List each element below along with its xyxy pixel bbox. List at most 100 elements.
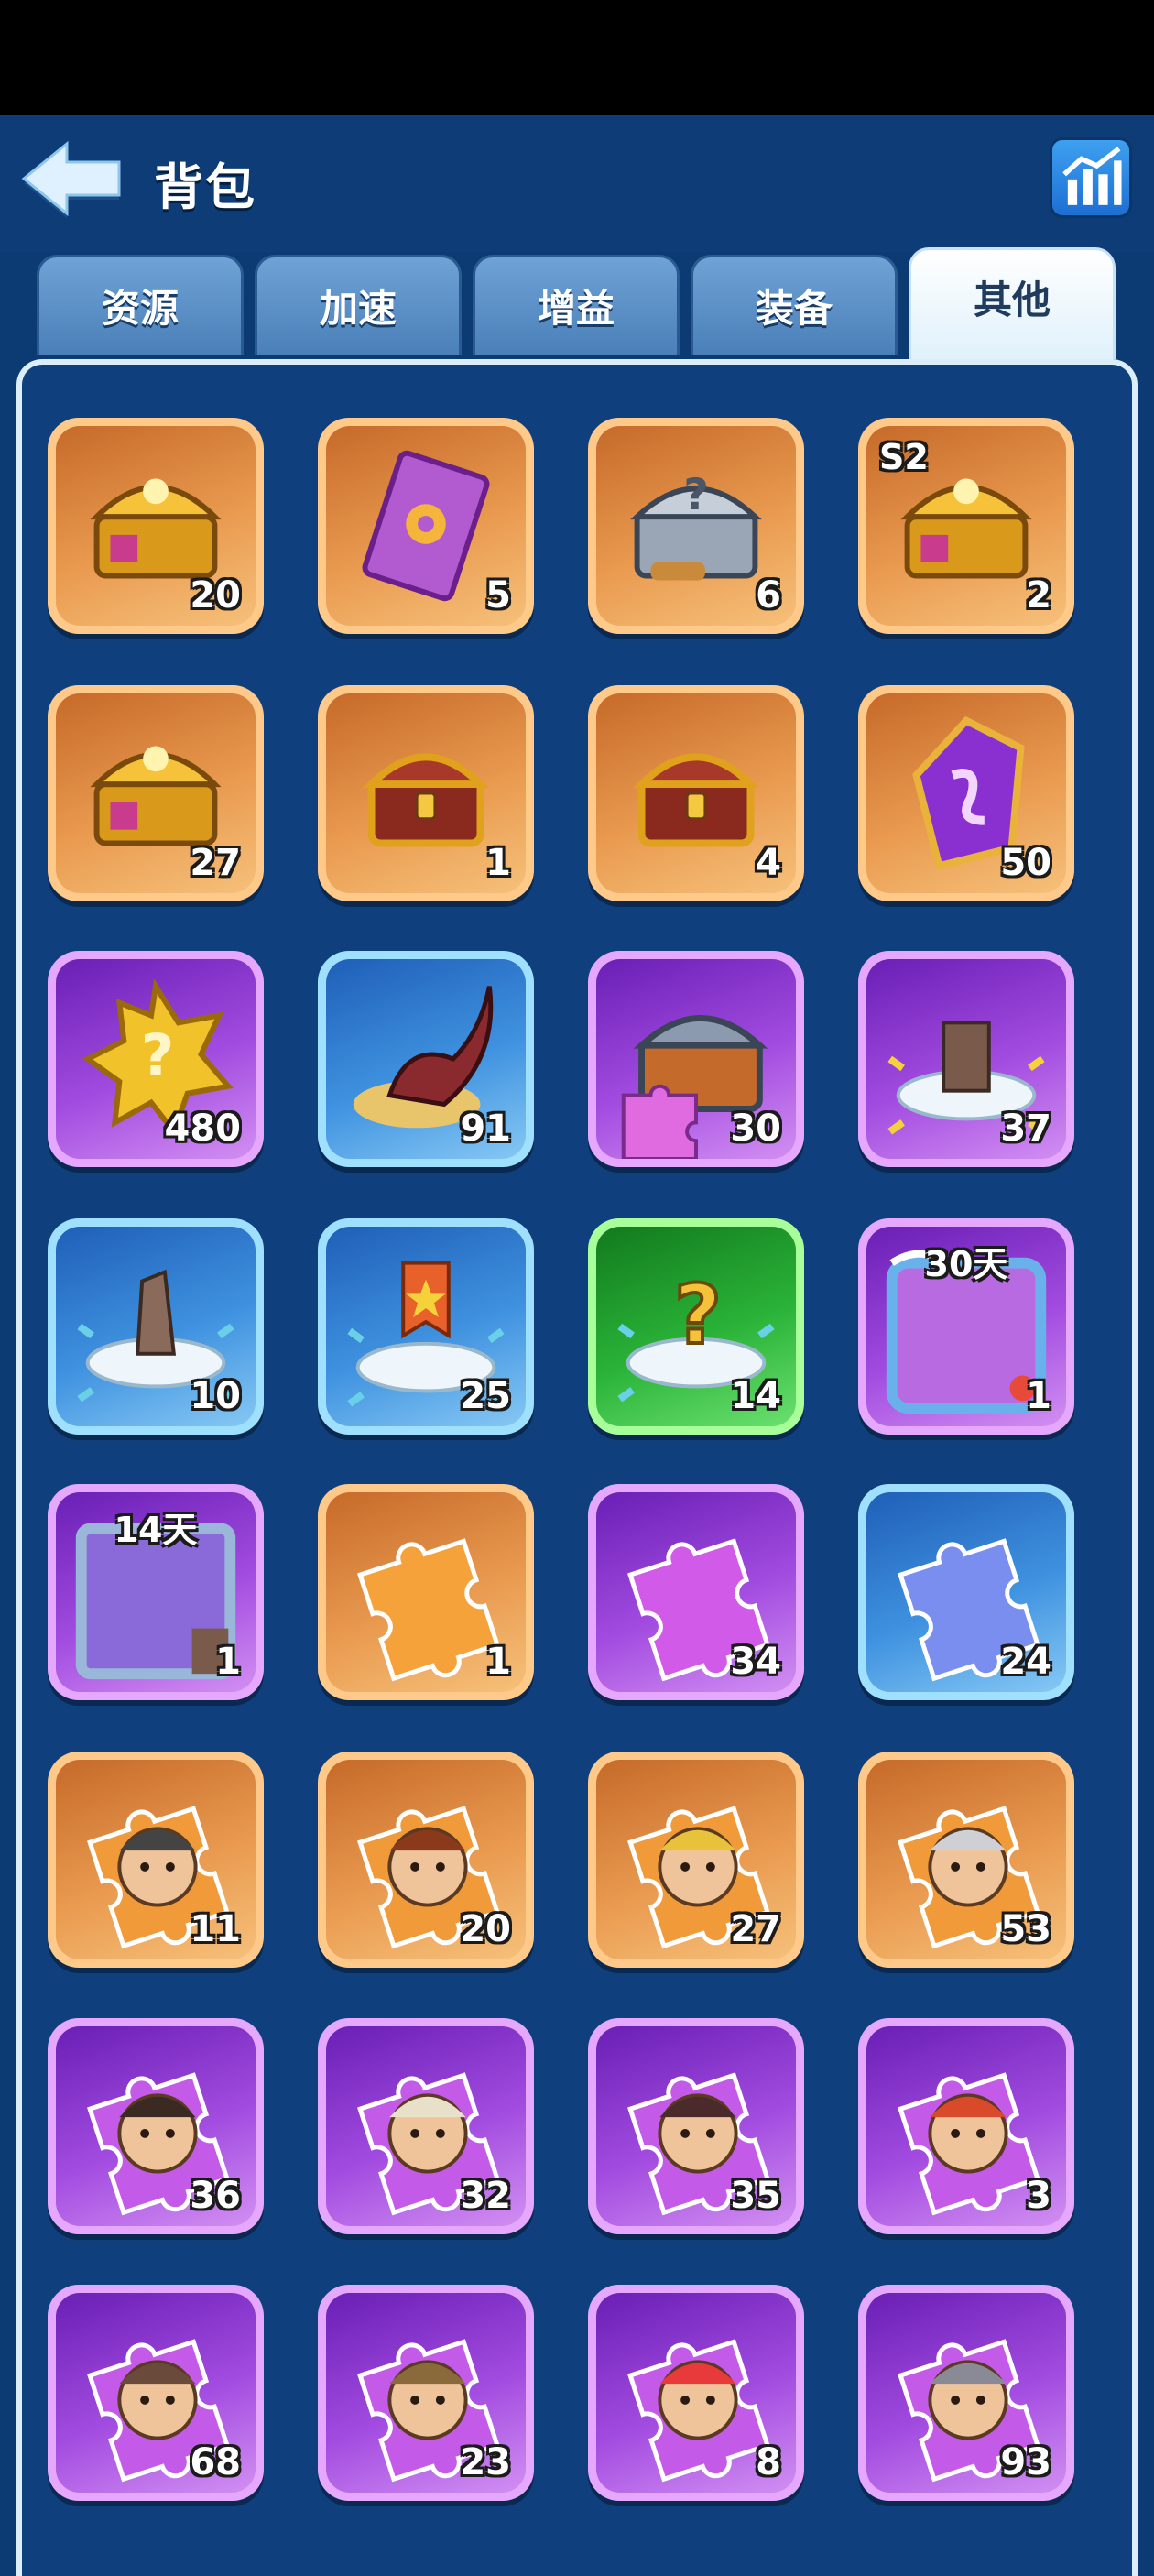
item-background: 27 [596,1760,796,1959]
inventory-item[interactable]: 25 [318,1218,534,1435]
inventory-item[interactable]: 10 [48,1218,264,1435]
inventory-item[interactable]: 30 [588,951,804,1167]
item-count: 20 [190,574,241,617]
inventory-item[interactable]: 37 [858,951,1074,1167]
item-count: 30 [730,1108,781,1150]
item-count: 20 [460,1908,511,1950]
inventory-item[interactable]: 20 [48,418,264,634]
inventory-item[interactable]: 4 [588,685,804,901]
item-background: 93 [866,2293,1066,2493]
item-background: 53 [866,1760,1066,1959]
item-background: 36 [56,2026,256,2226]
inventory-item[interactable]: 3 [858,2018,1074,2234]
svg-text:?: ? [674,1268,722,1363]
inventory-panel: 20 5? 6 S2 2 27 1 4 50? 480 91 30 37 10 25? 14 30天 1 14天 1 1… [16,359,1138,2576]
item-background: 1 [326,693,526,893]
inventory-item[interactable]: 36 [48,2018,264,2234]
inventory-item[interactable]: 50 [858,685,1074,901]
season-badge: S2 [879,437,929,477]
item-count: 23 [460,2441,511,2483]
item-count: 91 [460,1108,511,1150]
item-background: 8 [596,2293,796,2493]
tab-other[interactable]: 其他 [909,247,1116,359]
inventory-item[interactable]: ? 480 [48,951,264,1167]
inventory-item[interactable]: 14天 1 [48,1484,264,1700]
inventory-item[interactable]: 93 [858,2285,1074,2501]
item-count: 1 [1026,1375,1051,1417]
item-count: 3 [1026,2175,1051,2217]
item-count: 11 [190,1908,241,1950]
inventory-item[interactable]: 8 [588,2285,804,2501]
item-background: 32 [326,2026,526,2226]
inventory-item[interactable]: ? 6 [588,418,804,634]
item-background: 50 [866,693,1066,893]
inventory-item[interactable]: 11 [48,1752,264,1968]
item-background: 5 [326,426,526,626]
item-background: 14天 1 [56,1492,256,1692]
inventory-item[interactable]: 24 [858,1484,1074,1700]
item-count: 35 [730,2175,781,2217]
item-background: 35 [596,2026,796,2226]
item-background: 91 [326,959,526,1159]
item-background: 23 [326,2293,526,2493]
item-count: 53 [1000,1908,1051,1950]
item-count: 68 [190,2441,241,2483]
inventory-item[interactable]: 35 [588,2018,804,2234]
item-background: 10 [56,1227,256,1426]
inventory-item[interactable]: 32 [318,2018,534,2234]
item-background: 20 [326,1760,526,1959]
inventory-item[interactable]: 1 [318,685,534,901]
inventory-item[interactable]: 20 [318,1752,534,1968]
item-count: 27 [730,1908,781,1950]
duration-label: 14天 [114,1510,198,1550]
item-background: 20 [56,426,256,626]
inventory-item[interactable]: 34 [588,1484,804,1700]
inventory-item[interactable]: 91 [318,951,534,1167]
item-background: 27 [56,693,256,893]
inventory-item[interactable]: ? 14 [588,1218,804,1435]
inventory-item[interactable]: 5 [318,418,534,634]
inventory-item[interactable]: 53 [858,1752,1074,1968]
item-background: 37 [866,959,1066,1159]
inventory-item[interactable]: 23 [318,2285,534,2501]
item-background: 1 [326,1492,526,1692]
svg-text:?: ? [683,470,709,520]
inventory-item[interactable]: 27 [48,685,264,901]
item-count: 1 [215,1641,241,1683]
item-count: 93 [1000,2441,1051,2483]
item-count: 5 [485,574,511,617]
item-count: 10 [190,1375,241,1417]
inventory-item[interactable]: S2 2 [858,418,1074,634]
item-background: S2 2 [866,426,1066,626]
page-title: 背包 [154,158,256,216]
inventory-item[interactable]: 30天 1 [858,1218,1074,1435]
item-count: 27 [190,842,241,884]
inventory-item[interactable]: 68 [48,2285,264,2501]
tab-boost[interactable]: 增益 [473,255,680,355]
item-background: 3 [866,2026,1066,2226]
item-count: 32 [460,2175,511,2217]
item-count: 14 [730,1375,781,1417]
item-background: 4 [596,693,796,893]
bar-chart-icon[interactable] [1050,137,1132,218]
tab-speedup[interactable]: 加速 [255,255,462,355]
item-background: 25 [326,1227,526,1426]
svg-text:?: ? [141,1021,175,1089]
item-count: 480 [164,1108,242,1150]
tab-resources[interactable]: 资源 [37,255,244,355]
item-background: ? 480 [56,959,256,1159]
item-count: 6 [756,574,781,617]
item-count: 36 [190,2175,241,2217]
inventory-item[interactable]: 1 [318,1484,534,1700]
back-arrow-icon[interactable] [16,133,126,224]
item-background: 30 [596,959,796,1159]
duration-label: 30天 [924,1244,1008,1284]
item-count: 1 [485,1641,511,1683]
item-count: 37 [1000,1108,1051,1150]
item-background: 68 [56,2293,256,2493]
tab-equipment[interactable]: 装备 [691,255,898,355]
item-count: 50 [1000,842,1051,884]
item-background: 30天 1 [866,1227,1066,1426]
inventory-item[interactable]: 27 [588,1752,804,1968]
item-background: ? 6 [596,426,796,626]
